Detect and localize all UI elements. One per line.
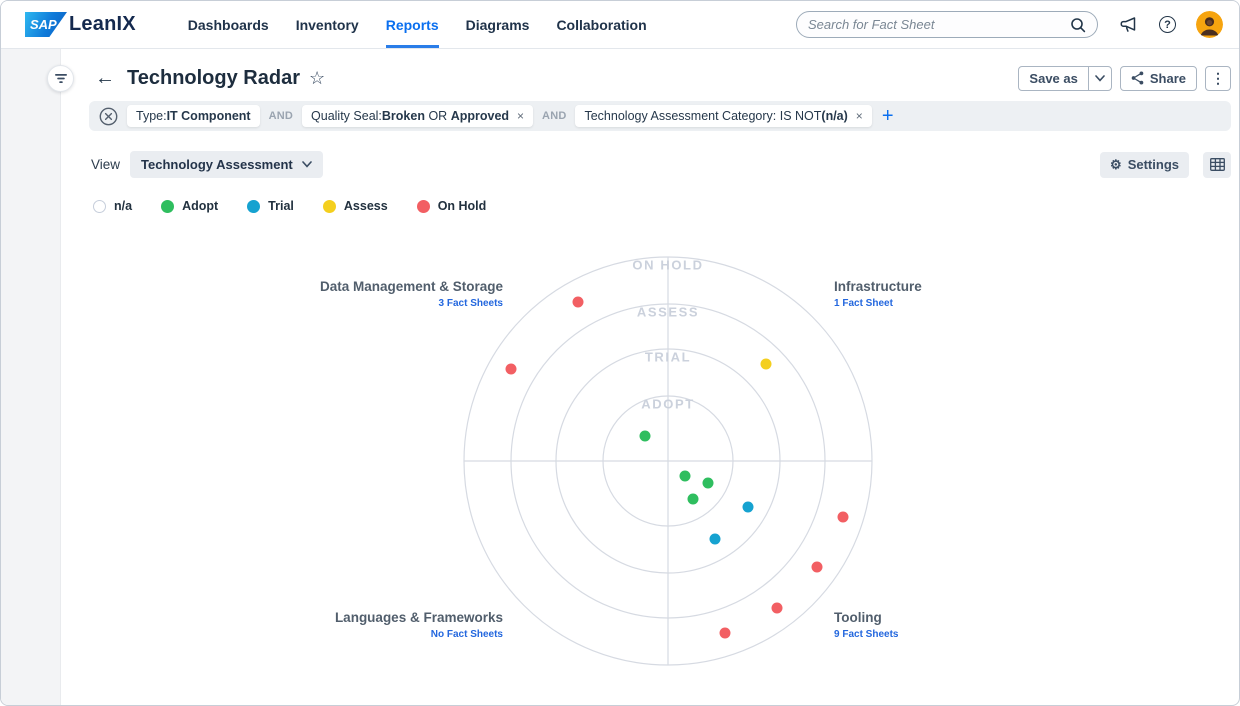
view-bar: View Technology Assessment ⚙ Settings — [91, 151, 1231, 178]
search-icon[interactable] — [1070, 17, 1086, 33]
remove-filter-icon[interactable]: × — [856, 110, 863, 122]
radar-ring-label: ASSESS — [637, 305, 699, 320]
filter-panel-toggle-button[interactable] — [47, 65, 74, 92]
quadrant-fact-sheet-link[interactable]: 3 Fact Sheets — [439, 298, 504, 309]
back-arrow-icon[interactable]: ← — [95, 68, 115, 88]
filter-funnel-icon — [55, 74, 67, 84]
save-as-dropdown-button[interactable] — [1088, 66, 1112, 91]
legend-swatch-adopt — [161, 200, 174, 213]
share-icon — [1131, 71, 1144, 85]
sap-leanix-logo[interactable]: SAP LeanIX — [25, 12, 136, 37]
legend-swatch-on-hold — [417, 200, 430, 213]
filter-conjunction: AND — [269, 110, 293, 122]
legend-item-trial[interactable]: Trial — [247, 199, 294, 213]
filter-chip-technology-assessment-category[interactable]: Technology Assessment Category: IS NOT (… — [575, 105, 871, 127]
gear-icon: ⚙ — [1110, 157, 1122, 173]
more-options-kebab-icon[interactable]: ⋮ — [1205, 66, 1231, 91]
filter-chip-type[interactable]: Type: IT Component — [127, 105, 260, 127]
remove-filter-icon[interactable]: × — [517, 110, 524, 122]
legend-swatch-trial — [247, 200, 260, 213]
radar-point-on-hold[interactable] — [573, 297, 584, 308]
radar-ring-label: ADOPT — [641, 397, 695, 412]
technology-radar-chart: ADOPT TRIAL ASSESS ON HOLD Data Management &… — [1, 231, 1240, 701]
chevron-down-icon — [1095, 75, 1105, 82]
search-box[interactable] — [796, 11, 1098, 38]
filter-conjunction: AND — [542, 110, 566, 122]
quadrant-title: Languages & Frameworks — [335, 610, 503, 625]
radar-point-adopt[interactable] — [640, 431, 651, 442]
nav-item-collaboration[interactable]: Collaboration — [556, 1, 646, 48]
chevron-down-icon — [302, 161, 312, 168]
nav-item-reports[interactable]: Reports — [386, 1, 439, 48]
radar-point-on-hold[interactable] — [772, 603, 783, 614]
add-filter-button[interactable]: + — [882, 106, 894, 126]
user-avatar[interactable] — [1196, 11, 1223, 38]
radar-point-on-hold[interactable] — [838, 512, 849, 523]
legend: n/a Adopt Trial Assess On Hold — [93, 199, 1231, 213]
help-icon[interactable]: ? — [1159, 16, 1176, 33]
quadrant-fact-sheet-link[interactable]: No Fact Sheets — [431, 629, 504, 640]
radar-point-adopt[interactable] — [703, 478, 714, 489]
radar-point-on-hold[interactable] — [506, 364, 517, 375]
quadrant-fact-sheet-link[interactable]: 1 Fact Sheet — [834, 298, 894, 309]
announcements-megaphone-icon[interactable] — [1119, 15, 1138, 34]
nav-item-dashboards[interactable]: Dashboards — [188, 1, 269, 48]
nav-item-diagrams[interactable]: Diagrams — [466, 1, 530, 48]
radar-point-assess[interactable] — [761, 359, 772, 370]
clear-filters-icon[interactable] — [99, 107, 118, 126]
legend-item-adopt[interactable]: Adopt — [161, 199, 218, 213]
legend-swatch-na — [93, 200, 106, 213]
filter-chip-quality-seal[interactable]: Quality Seal: Broken OR Approved × — [302, 105, 533, 127]
save-as-button[interactable]: Save as — [1018, 66, 1088, 91]
view-label: View — [91, 157, 120, 172]
radar-point-trial[interactable] — [710, 534, 721, 545]
sap-logo: SAP — [25, 12, 67, 37]
radar-point-adopt[interactable] — [688, 494, 699, 505]
search-input[interactable] — [808, 17, 1070, 32]
quadrant-title: Tooling — [834, 610, 882, 625]
leanix-logo-text: LeanIX — [69, 13, 136, 36]
page-title: Technology Radar — [127, 67, 300, 90]
radar-point-on-hold[interactable] — [720, 628, 731, 639]
app-window: SAP LeanIX Dashboards Inventory Reports … — [0, 0, 1240, 706]
radar-ring-label: TRIAL — [645, 350, 691, 365]
radar-point-adopt[interactable] — [680, 471, 691, 482]
favorite-star-icon[interactable]: ☆ — [309, 69, 325, 87]
legend-item-assess[interactable]: Assess — [323, 199, 388, 213]
legend-swatch-assess — [323, 200, 336, 213]
share-button[interactable]: Share — [1120, 66, 1197, 91]
report-title-bar: ← Technology Radar ☆ Save as Share ⋮ — [95, 62, 1231, 94]
settings-button[interactable]: ⚙ Settings — [1100, 152, 1189, 178]
radar-point-on-hold[interactable] — [812, 562, 823, 573]
table-view-icon[interactable] — [1203, 152, 1231, 178]
main-navigation: Dashboards Inventory Reports Diagrams Co… — [188, 1, 647, 48]
filter-bar: Type: IT Component AND Quality Seal: Bro… — [89, 101, 1231, 131]
top-navigation-bar: SAP LeanIX Dashboards Inventory Reports … — [1, 1, 1239, 49]
nav-item-inventory[interactable]: Inventory — [296, 1, 359, 48]
legend-item-on-hold[interactable]: On Hold — [417, 199, 487, 213]
radar-point-trial[interactable] — [743, 502, 754, 513]
radar-ring-label: ON HOLD — [632, 258, 703, 273]
view-selector-dropdown[interactable]: Technology Assessment — [130, 151, 323, 178]
legend-item-na[interactable]: n/a — [93, 199, 132, 213]
quadrant-fact-sheet-link[interactable]: 9 Fact Sheets — [834, 629, 899, 640]
quadrant-title: Data Management & Storage — [320, 279, 504, 294]
quadrant-title: Infrastructure — [834, 279, 922, 294]
